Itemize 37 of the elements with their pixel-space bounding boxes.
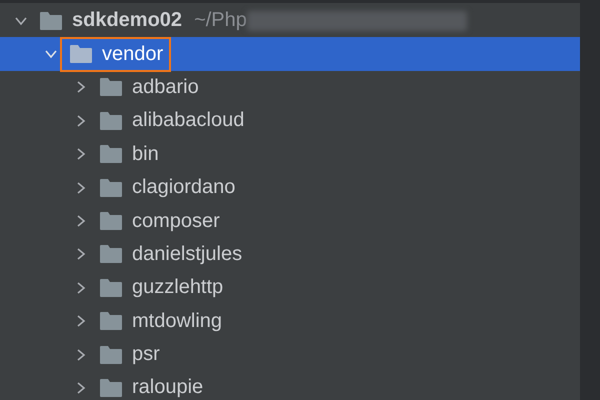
folder-path: ~/Php <box>194 9 247 32</box>
folder-icon <box>40 12 62 30</box>
tree-row[interactable]: raloupie <box>0 371 580 400</box>
folder-name: mtdowling <box>131 310 224 333</box>
tree-row[interactable]: adbario <box>0 70 580 104</box>
folder-icon <box>100 112 122 130</box>
tree-row[interactable]: alibabacloud <box>0 104 580 138</box>
folder-icon <box>100 278 122 297</box>
folder-icon <box>100 178 122 197</box>
folder-name: composer <box>131 210 221 233</box>
folder-name: guzzlehttp <box>131 276 224 300</box>
folder-icon <box>100 245 122 264</box>
folder-icon <box>70 45 92 64</box>
folder-icon <box>100 212 122 230</box>
tree-row[interactable]: mtdowling <box>0 304 580 338</box>
tree-row[interactable]: bin <box>0 138 580 171</box>
folder-icon <box>100 312 122 330</box>
folder-name: raloupie <box>131 376 204 400</box>
folder-icon <box>100 78 122 96</box>
folder-name: vendor <box>101 42 164 66</box>
folder-name: clagiordano <box>131 176 236 200</box>
tree-row[interactable]: clagiordano <box>0 170 580 204</box>
folder-name: alibabacloud <box>131 109 246 132</box>
folder-icon <box>100 346 122 364</box>
tree-row[interactable]: guzzlehttp <box>0 271 580 305</box>
folder-name: danielstjules <box>131 242 244 266</box>
folder-name: adbario <box>131 76 200 99</box>
tree-row[interactable]: composer <box>0 204 580 238</box>
folder-name: bin <box>131 142 160 166</box>
tree-row[interactable]: sdkdemo02 ~/Php <box>0 4 580 38</box>
tree-row[interactable]: vendor <box>0 37 580 71</box>
folder-name: psr <box>131 343 161 366</box>
folder-icon <box>100 145 122 164</box>
folder-icon <box>100 378 122 397</box>
folder-name: sdkdemo02 <box>71 9 184 32</box>
tree-row[interactable]: psr <box>0 338 580 372</box>
tree-row[interactable]: danielstjules <box>0 238 580 272</box>
